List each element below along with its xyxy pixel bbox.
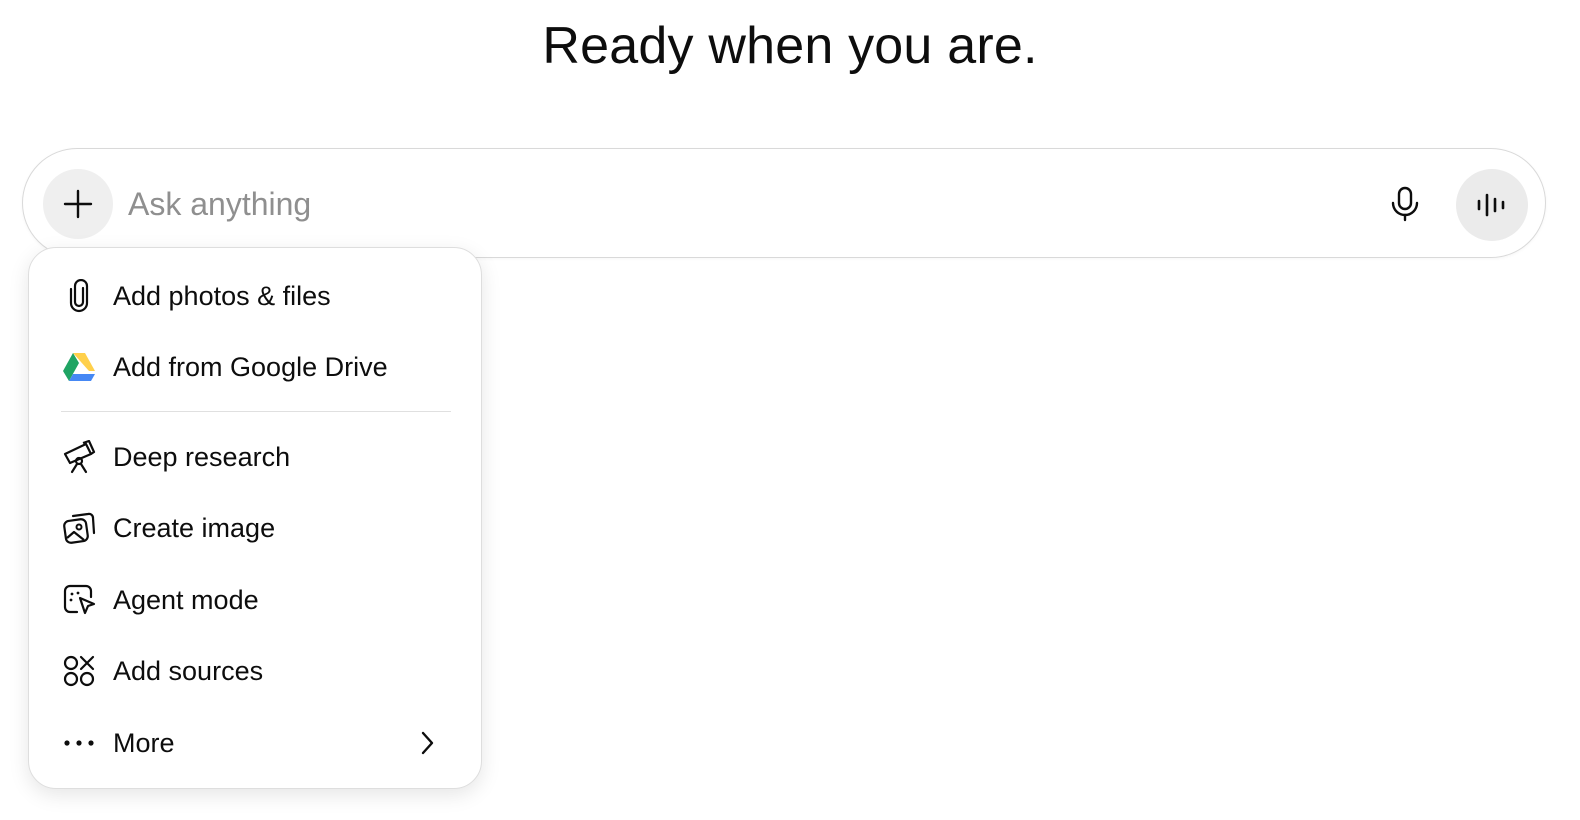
menu-item-label: Deep research — [113, 441, 291, 472]
chat-composer — [22, 148, 1546, 258]
menu-item-label: Add photos & files — [113, 280, 331, 311]
menu-item-label: Agent mode — [113, 584, 259, 615]
menu-item-label: Add sources — [113, 655, 264, 686]
menu-item-label: Add from Google Drive — [113, 351, 388, 382]
menu-item-create-image[interactable]: Create image — [43, 498, 469, 558]
menu-item-add-photos-files[interactable]: Add photos & files — [43, 266, 469, 326]
cursor-click-icon — [61, 582, 97, 618]
telescope-icon — [61, 439, 97, 475]
page: Ready when you are. Ask anything Add pho… — [0, 0, 1580, 820]
voice-mode-button[interactable] — [1456, 169, 1528, 241]
voice-waveform-icon — [1477, 193, 1505, 217]
chevron-right-icon — [413, 729, 441, 757]
menu-item-google-drive[interactable]: Add from Google Drive — [43, 337, 469, 397]
menu-item-label: More — [113, 727, 175, 758]
sources-icon — [61, 653, 97, 689]
more-dots-icon — [61, 725, 97, 761]
dictate-button[interactable] — [1375, 174, 1435, 234]
prompt-input[interactable] — [128, 179, 1328, 229]
image-icon — [61, 510, 97, 546]
attachment-menu: Add photos & files Add from Google Drive — [28, 247, 482, 789]
microphone-icon — [1391, 186, 1419, 222]
google-drive-icon — [61, 349, 97, 385]
menu-item-more[interactable]: More — [43, 713, 469, 773]
menu-divider — [61, 411, 451, 412]
page-heading: Ready when you are. — [542, 17, 1038, 75]
paperclip-icon — [61, 278, 97, 314]
menu-item-label: Create image — [113, 512, 276, 543]
plus-icon — [63, 189, 93, 219]
menu-item-deep-research[interactable]: Deep research — [43, 427, 469, 487]
menu-item-add-sources[interactable]: Add sources — [43, 641, 469, 701]
add-attachment-button[interactable] — [43, 169, 113, 239]
menu-item-agent-mode[interactable]: Agent mode — [43, 570, 469, 630]
